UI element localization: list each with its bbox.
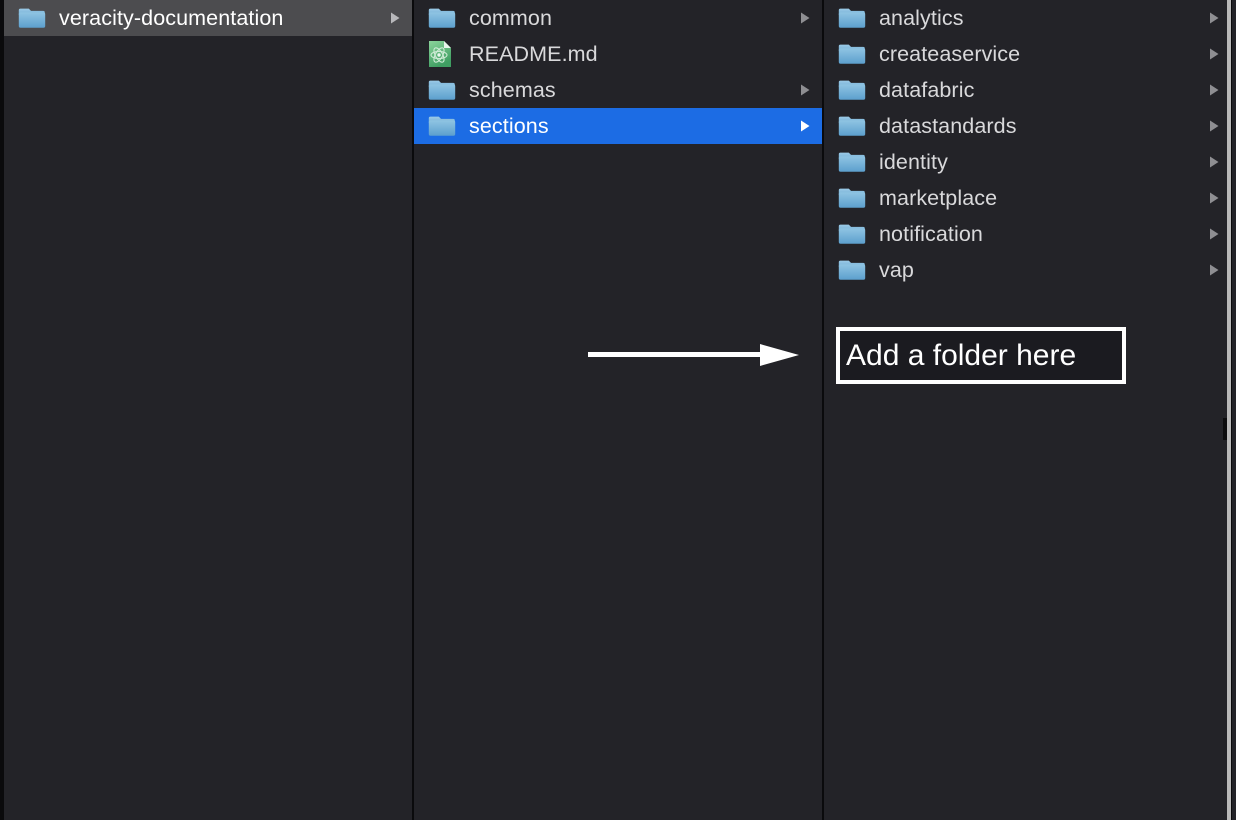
chevron-right-icon[interactable] bbox=[1207, 226, 1221, 242]
list-item-label: datafabric bbox=[879, 78, 975, 102]
list-item-notification[interactable]: notification bbox=[824, 216, 1231, 252]
list-item-label: vap bbox=[879, 258, 914, 282]
list-item-schemas[interactable]: schemas bbox=[414, 72, 822, 108]
folder-icon bbox=[838, 223, 866, 245]
list-item-label: identity bbox=[879, 150, 948, 174]
folder-icon bbox=[428, 115, 456, 137]
list-item-datastandards[interactable]: datastandards bbox=[824, 108, 1231, 144]
column-root: veracity-documentation bbox=[0, 0, 414, 820]
folder-icon bbox=[838, 7, 866, 29]
list-item-identity[interactable]: identity bbox=[824, 144, 1231, 180]
list-item-createaservice[interactable]: createaservice bbox=[824, 36, 1231, 72]
column-scrollbar-thumb[interactable] bbox=[1223, 418, 1227, 440]
list-item-veracity-documentation[interactable]: veracity-documentation bbox=[4, 0, 412, 36]
list-item-label: createaservice bbox=[879, 42, 1021, 66]
list-item-readme-md[interactable]: README.md bbox=[414, 36, 822, 72]
list-item-datafabric[interactable]: datafabric bbox=[824, 72, 1231, 108]
chevron-right-icon[interactable] bbox=[798, 82, 812, 98]
folder-icon bbox=[428, 7, 456, 29]
chevron-right-icon[interactable] bbox=[1207, 82, 1221, 98]
folder-icon bbox=[838, 151, 866, 173]
chevron-right-icon[interactable] bbox=[1207, 118, 1221, 134]
list-item-marketplace[interactable]: marketplace bbox=[824, 180, 1231, 216]
chevron-right-icon[interactable] bbox=[798, 10, 812, 26]
chevron-right-icon[interactable] bbox=[388, 10, 402, 26]
chevron-right-icon[interactable] bbox=[1207, 190, 1221, 206]
chevron-right-icon[interactable] bbox=[1207, 10, 1221, 26]
list-item-label: veracity-documentation bbox=[59, 6, 284, 30]
list-item-label: marketplace bbox=[879, 186, 998, 210]
list-item-label: README.md bbox=[469, 42, 598, 66]
folder-icon bbox=[838, 115, 866, 137]
column-root-rows: veracity-documentation bbox=[4, 0, 412, 36]
folder-icon bbox=[838, 259, 866, 281]
list-item-label: notification bbox=[879, 222, 983, 246]
chevron-right-icon[interactable] bbox=[1207, 262, 1221, 278]
list-item-label: datastandards bbox=[879, 114, 1017, 138]
column-sections-rows: analytics createaservice datafabric data… bbox=[824, 0, 1231, 288]
folder-icon bbox=[838, 187, 866, 209]
column-view-container: veracity-documentation common README.md … bbox=[0, 0, 1236, 820]
folder-icon bbox=[18, 7, 46, 29]
chevron-right-icon[interactable] bbox=[1207, 46, 1221, 62]
folder-icon bbox=[428, 79, 456, 101]
list-item-label: sections bbox=[469, 114, 549, 138]
column-sections: analytics createaservice datafabric data… bbox=[824, 0, 1232, 820]
column-veracity-documentation-rows: common README.md schemas sections bbox=[414, 0, 822, 144]
folder-icon bbox=[838, 79, 866, 101]
finder-column-view-window: veracity-documentation common README.md … bbox=[0, 0, 1236, 820]
list-item-common[interactable]: common bbox=[414, 0, 822, 36]
list-item-sections[interactable]: sections bbox=[414, 108, 822, 144]
list-item-analytics[interactable]: analytics bbox=[824, 0, 1231, 36]
list-item-label: analytics bbox=[879, 6, 964, 30]
list-item-label: schemas bbox=[469, 78, 556, 102]
folder-icon bbox=[838, 43, 866, 65]
column-scrollbar-edge[interactable] bbox=[1227, 0, 1231, 820]
atom-file-icon bbox=[428, 41, 456, 67]
chevron-right-icon[interactable] bbox=[1207, 154, 1221, 170]
column-veracity-documentation: common README.md schemas sections bbox=[414, 0, 824, 820]
list-item-label: common bbox=[469, 6, 553, 30]
chevron-right-icon[interactable] bbox=[798, 118, 812, 134]
list-item-vap[interactable]: vap bbox=[824, 252, 1231, 288]
